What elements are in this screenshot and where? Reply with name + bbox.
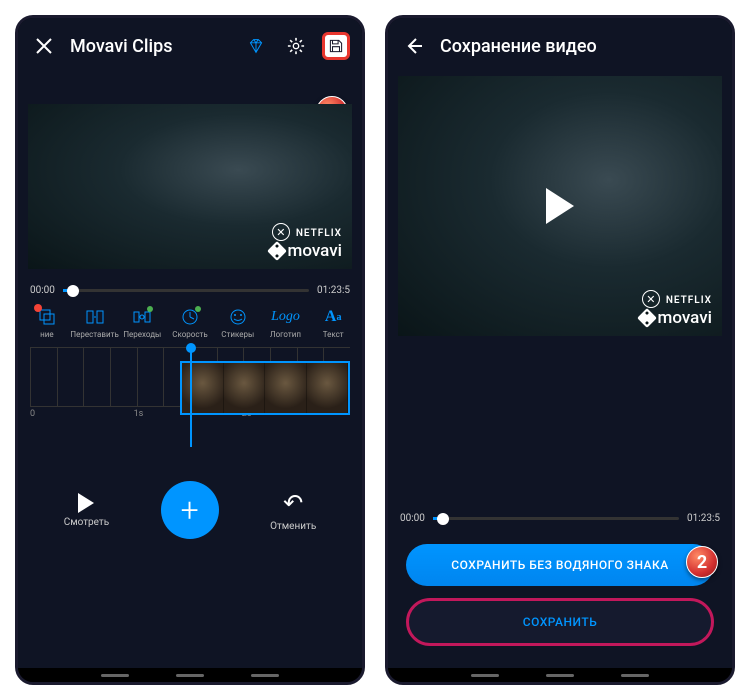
save-buttons: СОХРАНИТЬ БЕЗ ВОДЯНОГО ЗНАКА СОХРАНИТЬ	[388, 530, 732, 668]
app-title: Movavi Clips	[70, 36, 230, 57]
add-fab-button[interactable]: +	[161, 481, 219, 539]
tool-logo[interactable]: LogoЛоготип	[265, 306, 307, 339]
close-icon[interactable]	[30, 32, 58, 60]
save-slider[interactable]	[433, 517, 679, 520]
undo-icon: ↶	[283, 489, 303, 517]
android-nav-bar	[388, 668, 732, 682]
time-total: 01:23:5	[687, 513, 720, 524]
tool-stickers[interactable]: Стикеры	[217, 306, 259, 339]
playback-slider-row: 00:00 01:23:5	[18, 279, 362, 302]
watermark-overlay: ✕NETFLIX movavi	[640, 288, 712, 328]
undo-button[interactable]: ↶ Отменить	[270, 489, 316, 532]
movavi-logo-icon	[637, 308, 657, 328]
save-slider-row: 00:00 01:23:5	[388, 507, 732, 530]
tool-text[interactable]: AaТекст	[312, 306, 354, 339]
time-current: 00:00	[30, 285, 55, 296]
movavi-logo-icon	[267, 241, 287, 261]
watermark-close-icon[interactable]: ✕	[642, 290, 660, 308]
android-nav-bar	[18, 668, 362, 682]
save-button[interactable]: СОХРАНИТЬ	[406, 598, 714, 646]
watch-button[interactable]: Смотреть	[64, 493, 109, 528]
tool-rearrange[interactable]: Переставить	[74, 306, 116, 339]
clip-thumbnail[interactable]	[180, 361, 350, 415]
save-header: Сохранение видео	[388, 18, 732, 74]
back-arrow-icon[interactable]	[400, 32, 428, 60]
save-title: Сохранение видео	[440, 36, 720, 57]
play-center-icon[interactable]	[546, 188, 574, 224]
save-disk-button[interactable]	[322, 32, 350, 60]
save-no-watermark-button[interactable]: СОХРАНИТЬ БЕЗ ВОДЯНОГО ЗНАКА	[406, 544, 714, 586]
save-preview[interactable]: ✕NETFLIX movavi	[398, 76, 722, 336]
step-badge-2: 2	[686, 546, 718, 578]
timeline[interactable]: 0 1s 2s	[18, 347, 362, 467]
editor-header: Movavi Clips	[18, 18, 362, 74]
tool-crop[interactable]: ние	[26, 306, 68, 339]
tool-transitions[interactable]: Переходы	[121, 306, 163, 339]
playhead[interactable]	[190, 347, 192, 447]
watermark-overlay: ✕NETFLIX movavi	[270, 221, 342, 261]
time-current: 00:00	[400, 513, 425, 524]
play-icon	[78, 493, 94, 513]
watermark-close-icon[interactable]: ✕	[272, 223, 290, 241]
bottom-bar: Смотреть + ↶ Отменить	[18, 467, 362, 559]
tool-speed[interactable]: Скорость	[169, 306, 211, 339]
video-preview[interactable]: ✕NETFLIX movavi	[28, 104, 352, 269]
playback-slider[interactable]	[63, 289, 309, 292]
settings-gear-icon[interactable]	[282, 32, 310, 60]
tool-row: ние Переставить Переходы Скорость Стикер…	[18, 302, 362, 343]
premium-diamond-icon[interactable]	[242, 32, 270, 60]
time-total: 01:23:5	[317, 285, 350, 296]
